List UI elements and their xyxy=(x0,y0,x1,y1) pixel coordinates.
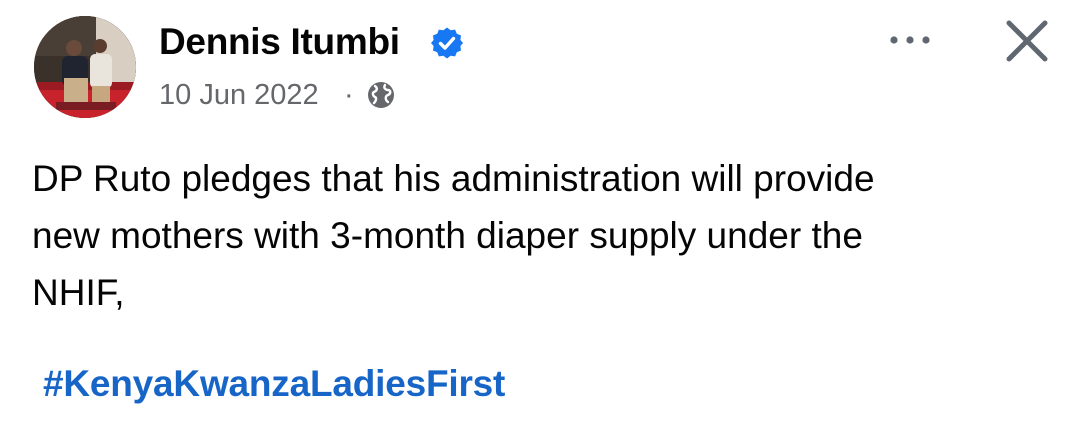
post-text-line: DP Ruto pledges that his administration … xyxy=(32,158,875,199)
post-text-line: new mothers with 3-month diaper supply u… xyxy=(32,215,863,256)
post-timestamp[interactable]: 10 Jun 2022 xyxy=(159,77,319,113)
close-button[interactable] xyxy=(1000,14,1054,68)
author-name[interactable]: Dennis Itumbi xyxy=(159,20,400,64)
more-options-button[interactable] xyxy=(880,22,940,58)
globe-icon xyxy=(368,82,394,108)
verified-badge-icon xyxy=(431,27,463,59)
more-horizontal-icon xyxy=(890,36,930,44)
meta-separator: · xyxy=(344,79,354,111)
avatar-photo xyxy=(34,16,136,118)
close-icon xyxy=(1006,20,1048,62)
hashtag-link[interactable]: #KenyaKwanzaLadiesFirst xyxy=(43,360,505,408)
post-body: DP Ruto pledges that his administration … xyxy=(32,150,1042,321)
avatar[interactable] xyxy=(34,16,136,118)
post-text-line: NHIF, xyxy=(32,272,125,313)
